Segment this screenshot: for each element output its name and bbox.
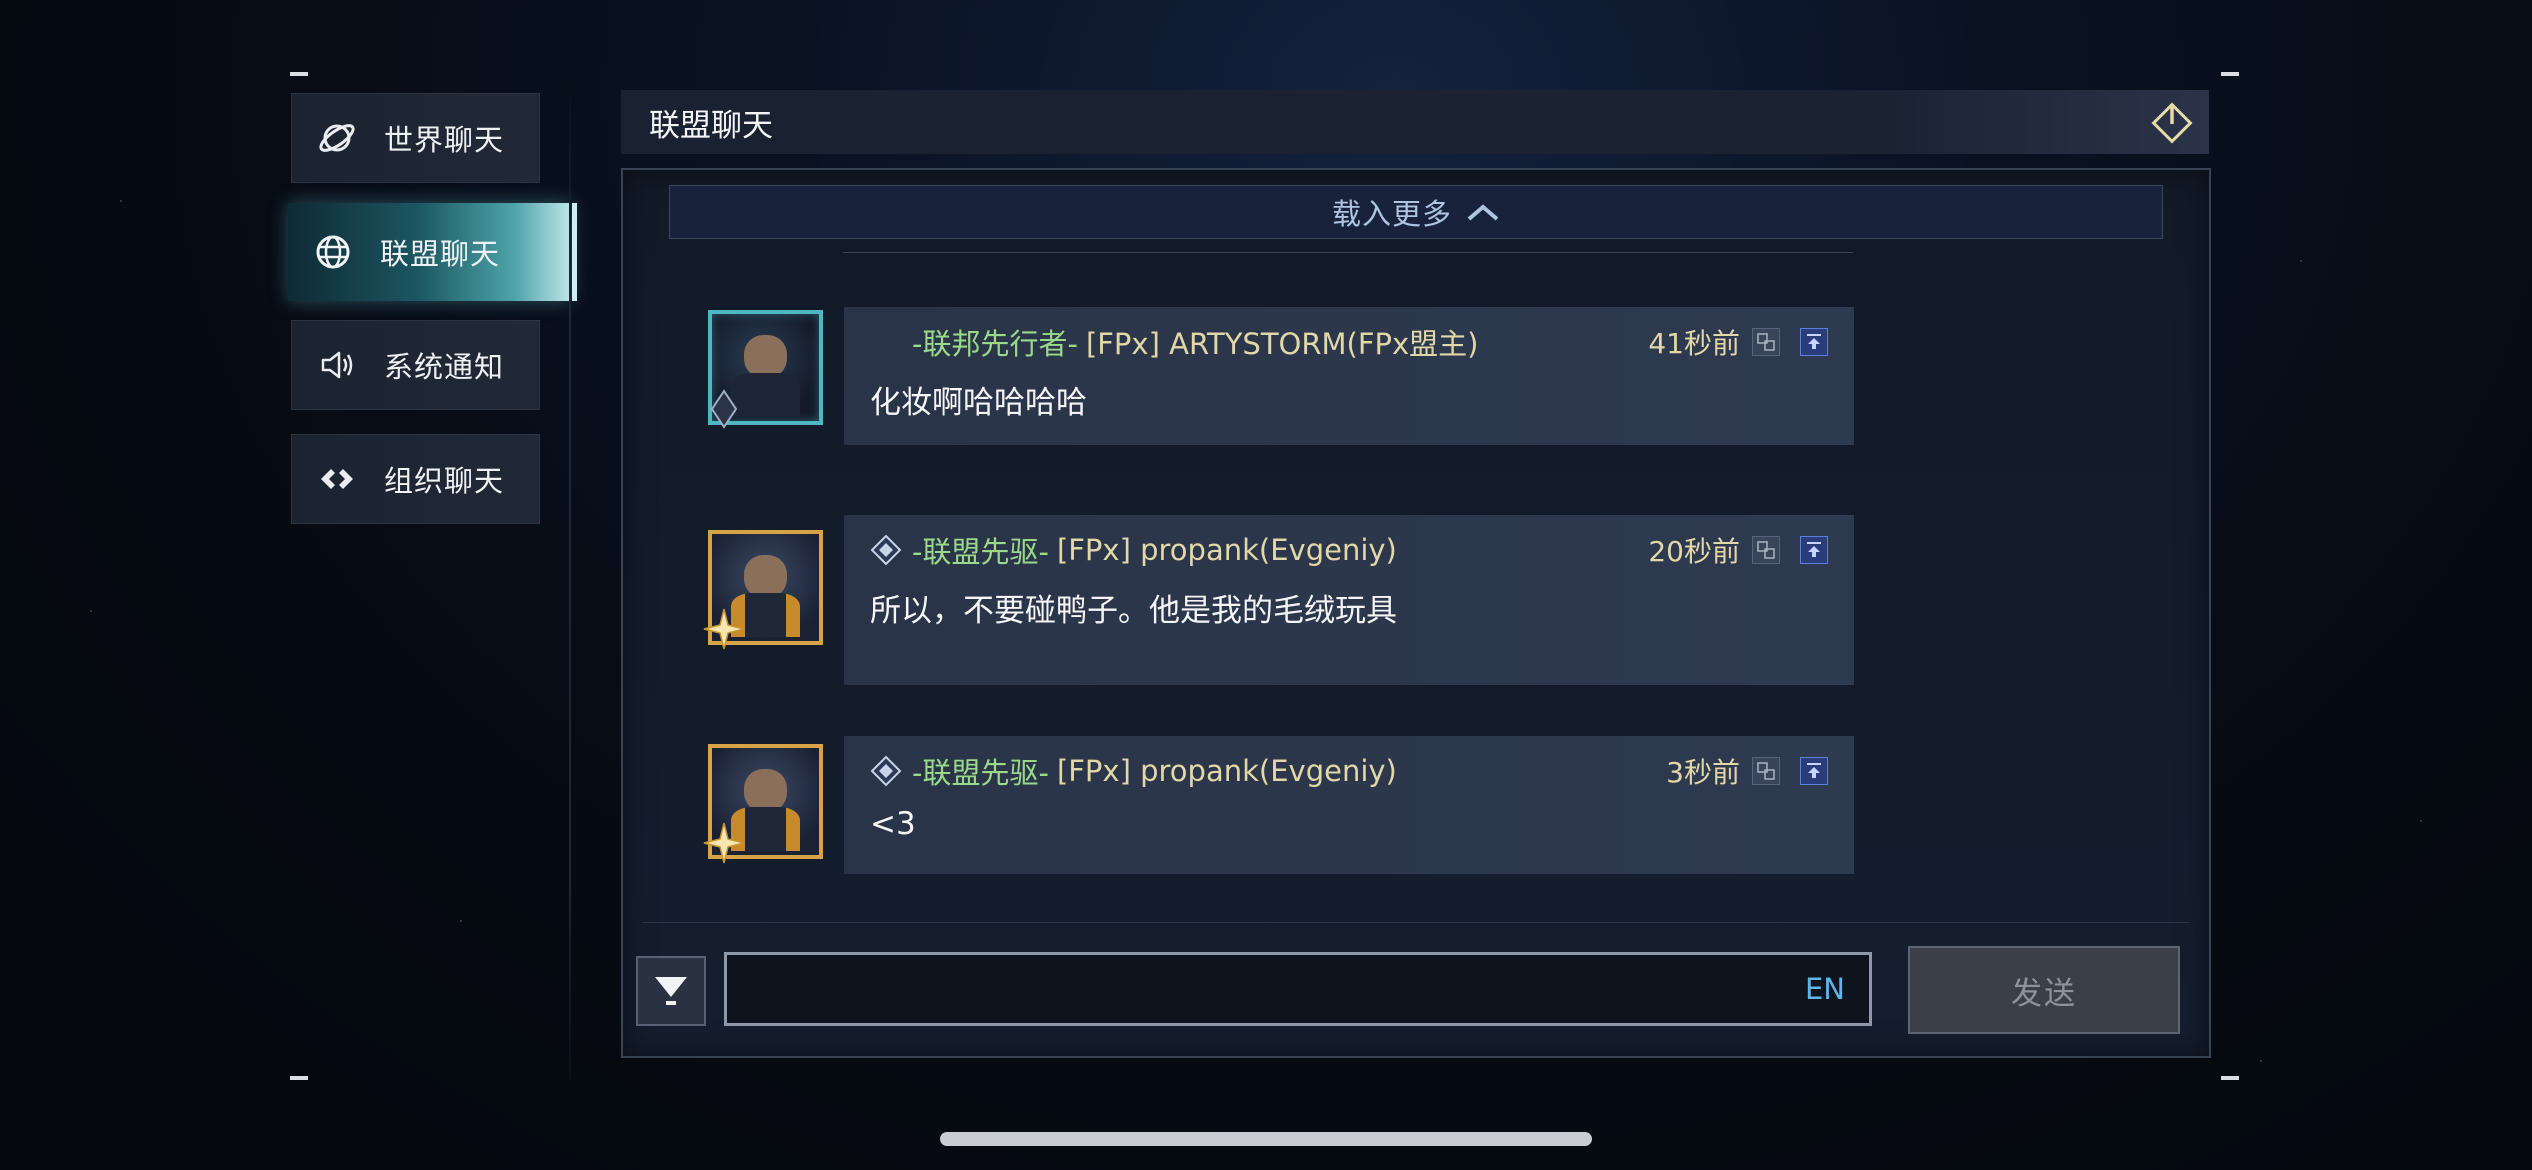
sidebar-item-world-chat[interactable]: 世界聊天 [291, 93, 540, 183]
globe-icon [312, 231, 354, 273]
player-rank: -联盟先驱- [912, 756, 1049, 790]
rank-diamond-icon [870, 534, 902, 566]
avatar[interactable] [703, 530, 823, 650]
avatar[interactable] [708, 310, 823, 429]
chat-header: 联盟聊天 [621, 90, 2209, 154]
star-badge-icon [703, 822, 745, 864]
diamond-link-icon [316, 458, 358, 500]
message-text: 所以，不要碰鸭子。他是我的毛绒玩具 [870, 593, 1397, 629]
frame-corner [2221, 72, 2239, 76]
home-indicator[interactable] [940, 1132, 1592, 1146]
pin-up-icon[interactable] [1800, 328, 1828, 356]
emoji-toggle-button[interactable] [636, 956, 706, 1026]
chevron-down-icon [649, 967, 693, 1015]
sidebar-item-system-notice[interactable]: 系统通知 [291, 320, 540, 410]
translate-icon[interactable] [1752, 328, 1780, 356]
star-badge-icon [703, 608, 745, 650]
sidebar-item-org-chat[interactable]: 组织聊天 [291, 434, 540, 524]
message-time: 20秒前 [1648, 535, 1740, 568]
sidebar-item-label: 系统通知 [384, 350, 505, 384]
sidebar-divider [569, 80, 571, 1080]
avatar[interactable] [703, 744, 823, 864]
player-rank: -联盟先驱- [912, 535, 1049, 569]
load-more-label: 载入更多 [1331, 197, 1452, 231]
rank-badge-icon [710, 389, 738, 429]
translate-icon[interactable] [1752, 757, 1780, 785]
player-name[interactable]: [FPx] propank(Evgeniy) [1057, 754, 1397, 788]
divider [843, 252, 1853, 253]
message-bubble: -联盟先驱- [FPx] propank(Evgeniy) 3秒前 <3 [844, 736, 1854, 874]
frame-corner [290, 72, 308, 76]
message-bubble: -联邦先行者- [FPx] ARTYSTORM(FPx盟主) 41秒前 化妆啊哈… [844, 307, 1854, 445]
send-button[interactable]: 发送 [1908, 946, 2180, 1034]
player-rank: -联邦先行者- [912, 327, 1078, 361]
message-input[interactable]: EN [724, 952, 1872, 1026]
speaker-icon [316, 344, 358, 386]
message-text: <3 [870, 806, 916, 842]
player-name[interactable]: [FPx] ARTYSTORM(FPx盟主) [1086, 321, 1479, 363]
message-time: 3秒前 [1666, 756, 1740, 789]
power-icon[interactable] [2149, 100, 2195, 146]
active-indicator [572, 203, 577, 301]
page-title: 联盟聊天 [649, 107, 773, 144]
divider [643, 922, 2189, 923]
language-toggle[interactable]: EN [1805, 972, 1845, 1006]
chat-panel: 载入更多 -联邦先行者- [FPx] ARTYSTORM(FPx盟主) 41秒前 [621, 168, 2211, 1058]
message-bubble: -联盟先驱- [FPx] propank(Evgeniy) 20秒前 所以，不要… [844, 515, 1854, 685]
sidebar-item-label: 世界聊天 [384, 123, 505, 157]
player-name[interactable]: [FPx] propank(Evgeniy) [1057, 533, 1397, 567]
chevron-up-icon [1466, 195, 1500, 229]
sidebar-item-label: 联盟聊天 [380, 237, 501, 271]
frame-corner [290, 1076, 308, 1080]
frame-corner [2221, 1076, 2239, 1080]
translate-icon[interactable] [1752, 536, 1780, 564]
sidebar-item-alliance-chat[interactable]: 联盟聊天 [288, 203, 577, 301]
rank-diamond-icon [870, 755, 902, 787]
load-more-button[interactable]: 载入更多 [669, 185, 2163, 239]
message-text: 化妆啊哈哈哈哈 [870, 385, 1087, 421]
pin-up-icon[interactable] [1800, 536, 1828, 564]
pin-up-icon[interactable] [1800, 757, 1828, 785]
planet-icon [316, 117, 358, 159]
message-time: 41秒前 [1648, 327, 1740, 360]
sidebar-item-label: 组织聊天 [384, 464, 505, 498]
